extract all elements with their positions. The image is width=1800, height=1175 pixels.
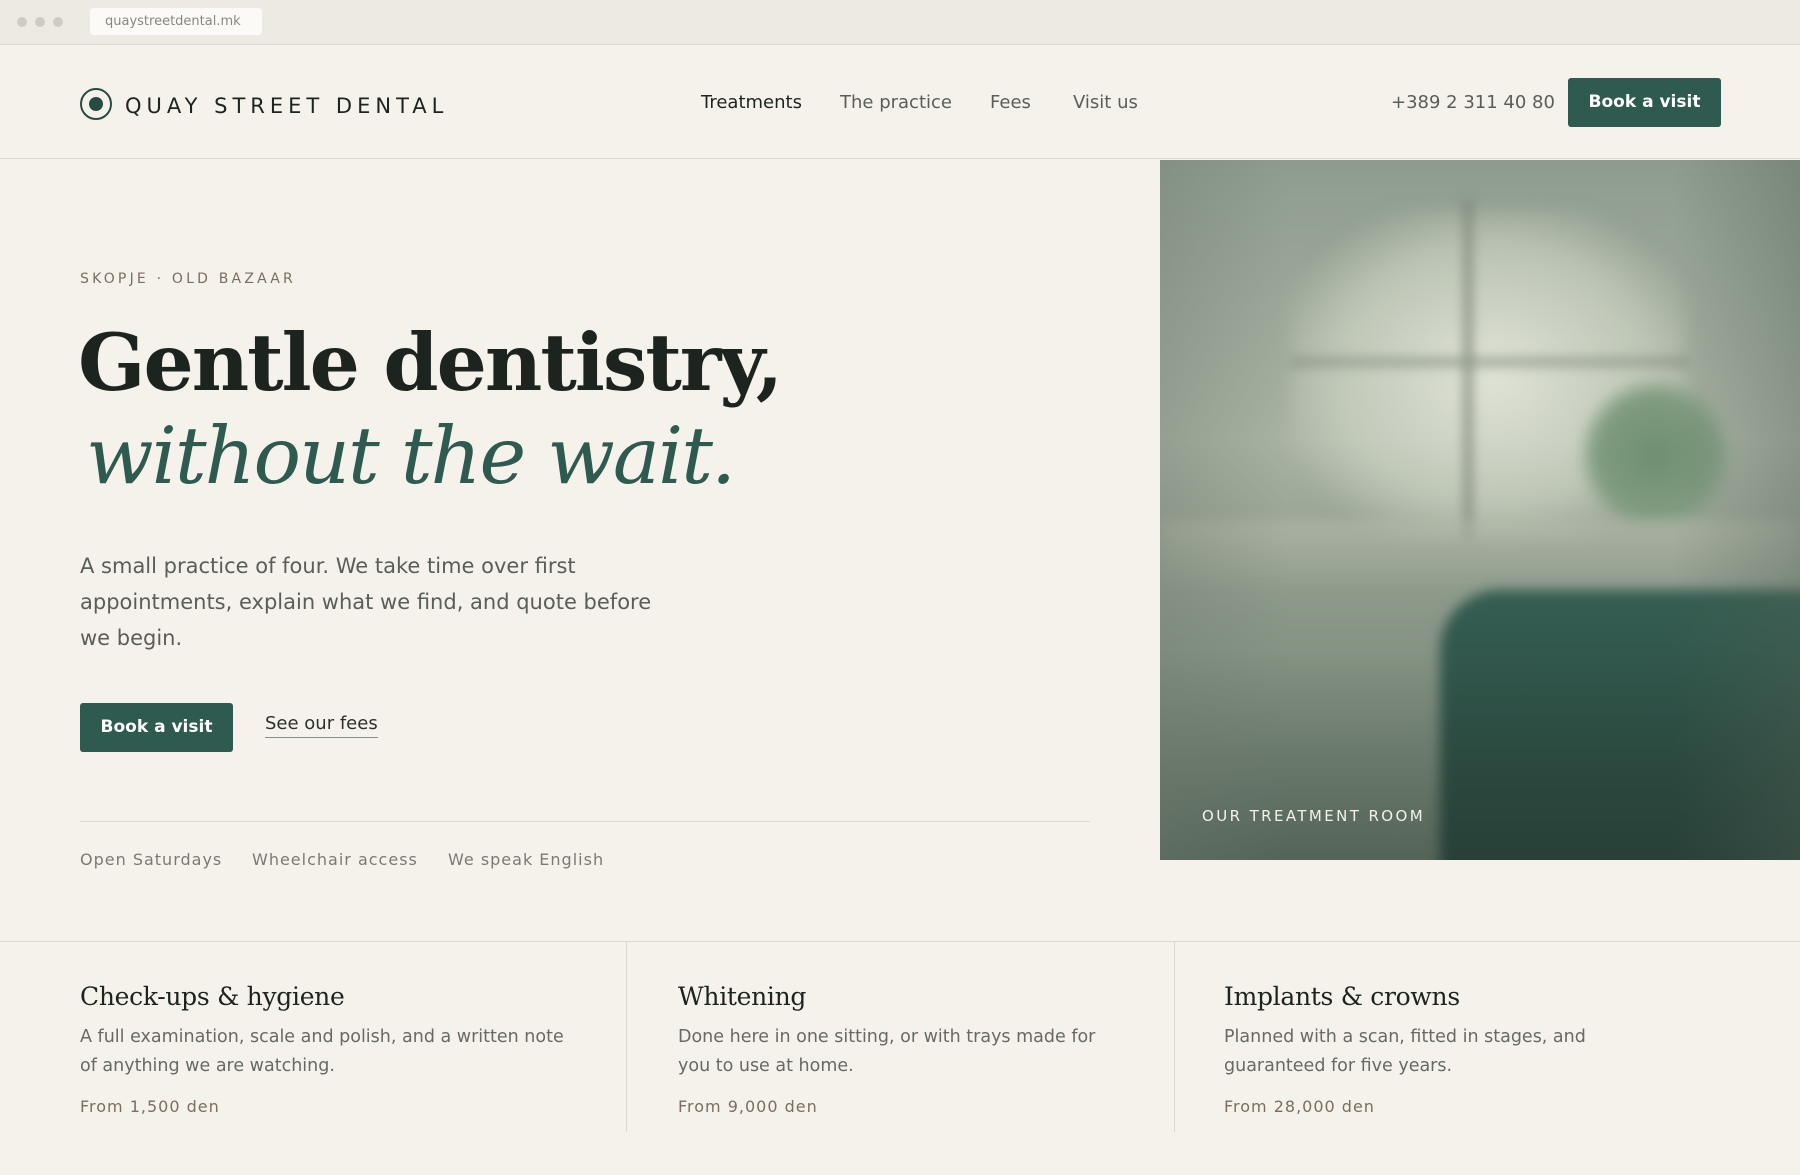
treatment-price: From 28,000 den: [1224, 1097, 1375, 1116]
address-bar[interactable]: quaystreetdental.mk: [90, 8, 262, 35]
logo-wordmark[interactable]: QUAY STREET DENTAL: [125, 94, 448, 118]
image-caption: OUR TREATMENT ROOM: [1202, 807, 1426, 825]
feature-item-wheelchair: Wheelchair access: [252, 850, 418, 869]
treatments-column-separator: [626, 942, 627, 1132]
nav-fees[interactable]: Fees: [990, 92, 1031, 113]
book-visit-header-button[interactable]: Book a visit: [1568, 78, 1721, 127]
treatment-description: A full examination, scale and polish, an…: [80, 1027, 564, 1076]
nav-treatments[interactable]: Treatments: [701, 92, 802, 113]
nav-the-practice[interactable]: The practice: [840, 92, 952, 113]
feature-item-english: We speak English: [448, 850, 605, 869]
treatment-title: Whitening: [678, 982, 807, 1011]
hero-headline-line1: Gentle dentistry,: [78, 316, 783, 409]
treatment-title: Check-ups & hygiene: [80, 982, 345, 1011]
treatment-card-whitening[interactable]: Whitening Done here in one sitting, or w…: [678, 982, 1128, 1116]
treatment-description: Planned with a scan, fitted in stages, a…: [1224, 1027, 1586, 1076]
treatment-price: From 9,000 den: [678, 1097, 818, 1116]
treatment-price: From 1,500 den: [80, 1097, 220, 1116]
see-fees-link[interactable]: See our fees: [265, 713, 378, 738]
treatment-title: Implants & crowns: [1224, 982, 1460, 1011]
window-maximize-dot[interactable]: [53, 17, 63, 27]
treatment-room-image: OUR TREATMENT ROOM: [1160, 160, 1800, 860]
logo-circle-icon[interactable]: [80, 88, 112, 120]
feature-item-saturdays: Open Saturdays: [80, 850, 223, 869]
site-header: QUAY STREET DENTAL Treatments The practi…: [0, 45, 1800, 159]
hero-headline-line2: without the wait.: [86, 410, 736, 502]
window-close-dot[interactable]: [17, 17, 27, 27]
image-vignette: [1160, 160, 1800, 860]
treatment-description: Done here in one sitting, or with trays …: [678, 1027, 1096, 1076]
treatment-card-implants[interactable]: Implants & crowns Planned with a scan, f…: [1224, 982, 1604, 1116]
browser-chrome: quaystreetdental.mk: [0, 0, 1800, 45]
nav-visit-us[interactable]: Visit us: [1073, 92, 1138, 113]
treatments-column-separator: [1174, 942, 1175, 1132]
treatment-card-checkups[interactable]: Check-ups & hygiene A full examination, …: [80, 982, 580, 1116]
window-minimize-dot[interactable]: [35, 17, 45, 27]
hero-divider: [80, 821, 1090, 822]
hero-lead: A small practice of four. We take time o…: [80, 554, 652, 650]
book-visit-hero-button[interactable]: Book a visit: [80, 703, 233, 752]
phone-link[interactable]: +389 2 311 40 80: [1391, 92, 1555, 113]
hero-eyebrow: SKOPJE · OLD BAZAAR: [80, 271, 296, 287]
treatments-divider: [0, 941, 1800, 942]
